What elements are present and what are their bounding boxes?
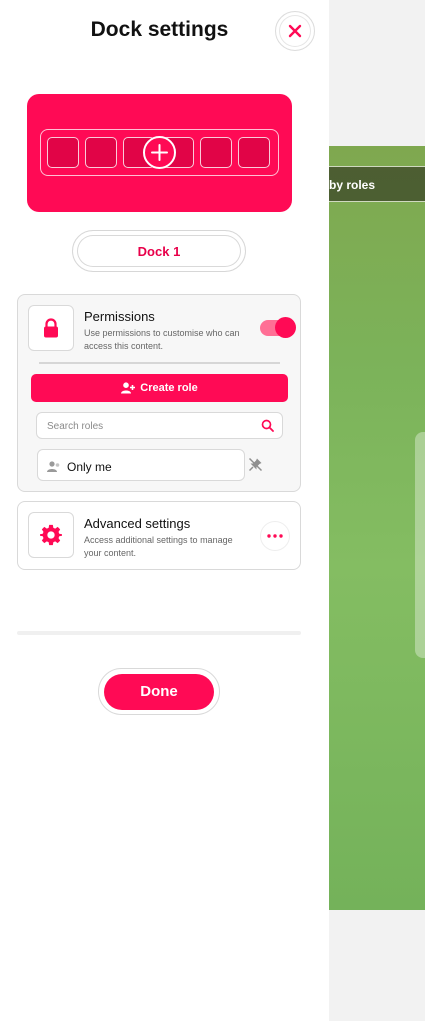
search-roles-input[interactable]: Search roles [36, 412, 283, 439]
gear-icon [40, 524, 62, 546]
role-item-only-me[interactable]: Only me [37, 449, 245, 481]
search-placeholder: Search roles [47, 421, 104, 432]
role-label: Only me [67, 460, 112, 474]
advanced-description: Access additional settings to manage you… [84, 535, 233, 558]
permissions-title: Permissions [84, 309, 155, 324]
add-app-button[interactable] [143, 136, 176, 169]
search-icon[interactable] [261, 419, 274, 432]
background-content: by roles [329, 0, 425, 1021]
permissions-toggle[interactable] [260, 317, 296, 338]
permissions-card: Permissions Use permissions to customise… [17, 294, 301, 492]
dock-name-button[interactable]: Dock 1 [72, 230, 246, 272]
dock-preview [27, 94, 292, 212]
dock-slot[interactable] [200, 137, 232, 168]
plus-icon [151, 144, 168, 161]
done-label: Done [104, 673, 214, 710]
user-plus-icon [121, 382, 136, 394]
toggle-knob [275, 317, 296, 338]
permissions-description: Use permissions to customise who can acc… [84, 328, 240, 351]
advanced-title: Advanced settings [84, 516, 191, 531]
create-role-button[interactable]: Create role [31, 374, 288, 402]
advanced-icon-box [28, 512, 74, 558]
unpin-icon[interactable] [248, 457, 263, 472]
done-button[interactable]: Done [98, 668, 220, 715]
permissions-divider [39, 362, 280, 364]
dock-slot[interactable] [47, 137, 79, 168]
user-icon [47, 461, 60, 472]
background-card [415, 432, 425, 658]
dock-frame [40, 129, 279, 176]
background-bar-text: by roles [329, 178, 376, 192]
create-role-label: Create role [140, 382, 198, 394]
dock-slot[interactable] [238, 137, 270, 168]
permissions-icon-box [28, 305, 74, 351]
more-options-button[interactable] [260, 521, 290, 551]
more-horizontal-icon [267, 534, 283, 538]
dock-slot[interactable] [85, 137, 117, 168]
close-icon [288, 24, 302, 38]
background-image [329, 146, 425, 910]
dock-settings-panel: Dock settings Dock 1 Permissions Use per… [0, 0, 329, 1021]
background-bar: by roles [329, 166, 425, 202]
footer-divider [17, 631, 301, 635]
dialog-title: Dock settings [90, 18, 229, 41]
advanced-settings-card[interactable]: Advanced settings Access additional sett… [17, 501, 301, 570]
lock-icon [44, 318, 58, 338]
close-button[interactable] [275, 11, 315, 51]
